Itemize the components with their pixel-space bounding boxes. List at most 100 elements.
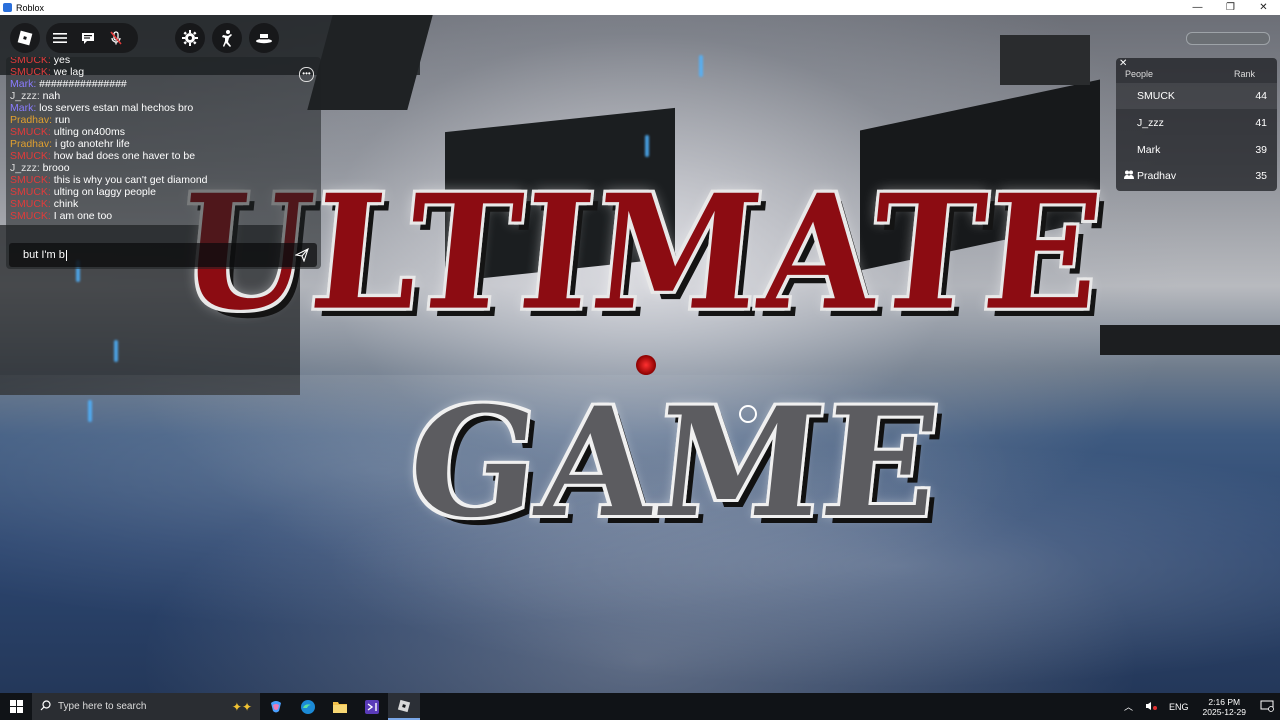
toolbar-group <box>46 23 138 53</box>
chat-sender[interactable]: SMUCK: <box>10 150 51 162</box>
chat-sender[interactable]: Pradhav: <box>10 138 52 150</box>
leaderboard-header-people: People <box>1125 69 1154 79</box>
leaderboard-row[interactable]: SMUCK 44 <box>1116 83 1277 109</box>
chat-sender[interactable]: SMUCK: <box>10 186 51 198</box>
chat-sender[interactable]: SMUCK: <box>10 210 51 222</box>
chat-message: Mark: los servers estan mal hechos bro <box>10 102 300 114</box>
water-surface <box>0 375 1280 693</box>
chat-message: SMUCK: I am one too <box>10 210 300 222</box>
chat-message: SMUCK: ulting on laggy people <box>10 186 300 198</box>
taskbar-search[interactable]: Type here to search ✦✦ <box>32 693 260 720</box>
chat-window: SMUCK: yes SMUCK: we lag Mark: ###########… <box>6 57 321 269</box>
file-explorer-icon[interactable] <box>324 693 356 720</box>
microphone-muted-icon[interactable] <box>102 24 130 52</box>
dark-structure <box>1000 35 1090 85</box>
chat-message: Pradhav: run <box>10 114 300 126</box>
chat-text: this is why you can't get diamond <box>50 174 208 186</box>
more-options-icon[interactable]: ••• <box>299 67 314 82</box>
player-name: SMUCK <box>1137 90 1175 102</box>
blue-particle <box>699 55 703 77</box>
chat-text: ulting on400ms <box>50 126 125 138</box>
chat-message: SMUCK: ulting on400ms <box>10 126 300 138</box>
search-placeholder: Type here to search <box>58 701 147 712</box>
chat-text: los servers estan mal hechos bro <box>36 102 194 114</box>
copilot-sparkle-icon: ✦✦ <box>231 699 252 714</box>
hat-icon[interactable] <box>249 23 279 53</box>
chevron-up-icon[interactable]: ︿ <box>1124 700 1133 713</box>
chat-input-text: but I'm b <box>23 249 67 261</box>
player-rank: 41 <box>1255 117 1267 129</box>
windows-start-icon[interactable] <box>0 693 32 720</box>
chat-sender[interactable]: SMUCK: <box>10 66 51 78</box>
chat-sender[interactable]: J_zzz: <box>10 90 40 102</box>
leaderboard-header-rank: Rank <box>1234 69 1256 79</box>
chat-text: yes <box>50 57 71 66</box>
chat-text: chink <box>50 198 79 210</box>
chat-input[interactable]: but I'm b <box>9 243 317 267</box>
chat-text: we lag <box>50 66 85 78</box>
text-caret <box>65 249 67 261</box>
chat-sender[interactable]: SMUCK: <box>10 198 51 210</box>
clock-date: 2025-12-29 <box>1202 706 1246 717</box>
roblox-taskbar-icon[interactable] <box>388 693 420 720</box>
leaderboard-close-icon[interactable]: ✕ <box>1119 58 1127 69</box>
emote-figure-icon[interactable] <box>212 23 242 53</box>
player-name: Mark <box>1137 144 1161 156</box>
notification-icon[interactable] <box>1260 700 1274 714</box>
roblox-logo-icon[interactable] <box>11 24 39 52</box>
visual-studio-icon[interactable] <box>356 693 388 720</box>
chat-text: i gto anotehr life <box>52 138 130 150</box>
chat-input-value: but I'm b <box>23 249 65 261</box>
chat-sender[interactable]: SMUCK: <box>10 57 51 66</box>
clock[interactable]: 2:16 PM 2025-12-29 <box>1203 697 1246 717</box>
gear-icon[interactable] <box>175 23 205 53</box>
close-button[interactable]: ✕ <box>1247 0 1280 15</box>
chat-message: J_zzz: nah <box>10 90 300 102</box>
blue-particle <box>88 400 92 422</box>
window-title: Roblox <box>16 2 45 13</box>
chat-message: J_zzz: brooo <box>10 162 300 174</box>
chat-sender[interactable]: SMUCK: <box>10 126 51 138</box>
chat-message: Mark: ############### <box>10 78 300 90</box>
chat-messages: SMUCK: yes SMUCK: we lag Mark: ###########… <box>10 57 300 222</box>
dark-structure <box>445 107 675 283</box>
player-name: Pradhav <box>1137 170 1177 182</box>
roblox-app-icon <box>3 3 12 12</box>
window-controls: — ❐ ✕ <box>1181 0 1280 15</box>
roblox-menu-group <box>10 23 40 53</box>
chat-text: brooo <box>39 162 70 174</box>
chat-message: SMUCK: how bad does one haver to be <box>10 150 300 162</box>
friends-icon <box>1124 170 1134 181</box>
leaderboard-row[interactable]: Mark 39 <box>1116 137 1277 163</box>
chat-sender[interactable]: SMUCK: <box>10 174 51 186</box>
chat-text: run <box>52 114 71 126</box>
chat-sender[interactable]: Mark: <box>10 78 36 90</box>
minimize-button[interactable]: — <box>1181 0 1214 15</box>
chat-message: SMUCK: we lag <box>10 66 300 78</box>
blue-particle <box>114 340 118 362</box>
restore-button[interactable]: ❐ <box>1214 0 1247 15</box>
copilot-app-icon[interactable] <box>260 693 292 720</box>
chat-text: how bad does one haver to be <box>50 150 196 162</box>
clock-time: 2:16 PM <box>1208 696 1241 707</box>
red-orb <box>636 355 656 375</box>
speaker-muted-icon[interactable] <box>1145 701 1157 713</box>
system-tray: ︿ ENG 2:16 PM 2025-12-29 <box>1118 693 1280 720</box>
edge-browser-icon[interactable] <box>292 693 324 720</box>
language-indicator[interactable]: ENG <box>1169 702 1189 712</box>
send-icon[interactable] <box>294 247 309 265</box>
chat-text: I am one too <box>50 210 113 222</box>
chat-sender[interactable]: J_zzz: <box>10 162 40 174</box>
player-rank: 39 <box>1255 144 1267 156</box>
chat-sender[interactable]: Pradhav: <box>10 114 52 126</box>
leaderboard-row[interactable]: Pradhav 35 <box>1116 163 1277 189</box>
chat-sender[interactable]: Mark: <box>10 102 36 114</box>
window-title-bar: Roblox — ❐ ✕ <box>0 0 1280 15</box>
windows-taskbar: Type here to search ✦✦ ︿ ENG 2:16 PM 202… <box>0 693 1280 720</box>
dark-structure <box>860 79 1100 271</box>
player-rank: 35 <box>1255 170 1267 182</box>
chat-message: Pradhav: i gto anotehr life <box>10 138 300 150</box>
leaderboard-row[interactable]: J_zzz 41 <box>1116 110 1277 136</box>
hamburger-menu-icon[interactable] <box>46 24 74 52</box>
chat-bubble-icon[interactable] <box>74 24 102 52</box>
